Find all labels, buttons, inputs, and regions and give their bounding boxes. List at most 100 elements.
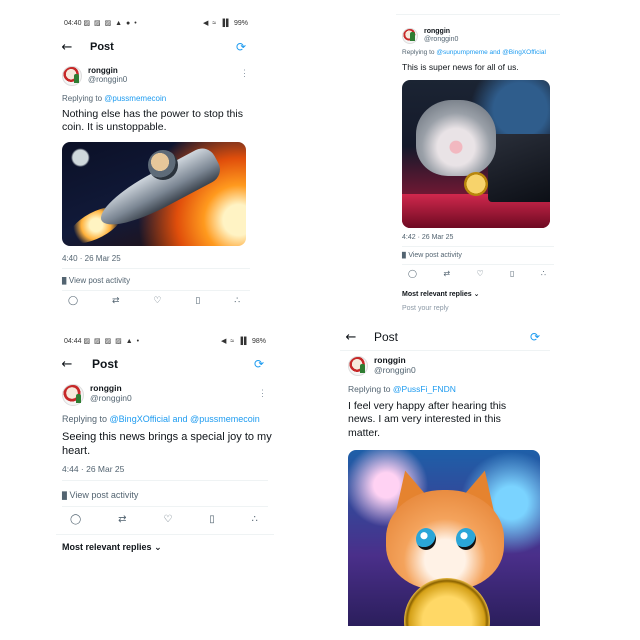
bar-chart-icon: ▉ — [62, 277, 67, 285]
mention-link[interactable]: @sunpumpmeme and @BingXOfficial — [436, 49, 546, 56]
laughing-cat — [416, 100, 496, 176]
post-timestamp: 4:40 · 26 Mar 25 — [62, 254, 121, 263]
action-bar: ◯ ⇄ ♡ ▯ ∴ — [408, 269, 546, 278]
status-bar: 04:44 ▨ ▨ ▨ ▨ ▲ • ◀ ≈ ▐▌ 98% — [64, 334, 266, 348]
post-timestamp: 4:42 · 26 Mar 25 — [402, 234, 454, 241]
post-text: I feel very happy after hearing this new… — [348, 400, 507, 439]
repost-icon[interactable]: ⇄ — [118, 514, 126, 525]
notification-icons: ▨ ▨ ▨ ▨ ▲ • — [83, 338, 141, 345]
action-bar: ◯ ⇄ ♡ ▯ ∴ — [70, 514, 258, 525]
cat-left-eye — [416, 528, 436, 550]
author-handle: @ronggin0 — [424, 36, 459, 44]
avatar[interactable] — [62, 384, 84, 406]
author-handle: @ronggin0 — [90, 392, 132, 403]
refresh-icon[interactable]: ⟳ — [254, 357, 264, 371]
relevant-replies-label[interactable]: Most relevant replies — [402, 291, 472, 298]
replying-to-prefix: Replying to — [348, 384, 391, 394]
orange-cat-head — [386, 490, 504, 590]
view-activity-label[interactable]: View post activity — [70, 490, 139, 500]
chevron-down-icon: ⌄ — [473, 290, 480, 298]
bookmark-icon[interactable]: ▯ — [510, 269, 514, 278]
header-divider — [396, 14, 560, 15]
page-title: Post — [374, 330, 399, 344]
post-text: Seeing this news brings a special joy to… — [62, 431, 272, 458]
back-arrow-icon[interactable]: ← — [340, 330, 362, 345]
post-panel-top-left: 04:40 ▨ ▨ ▨ ▲ ● • ◀ ≈ ▐▌ 99% ← Post ⟳ ro… — [56, 16, 256, 318]
post-author[interactable]: ronggin @ronggin0 — [402, 28, 458, 44]
view-post-activity[interactable]: ▉ View post activity — [402, 252, 462, 259]
post-panel-top-right: ronggin @ronggin0 Replying to @sunpumpme… — [396, 14, 560, 314]
most-relevant-replies-dropdown[interactable]: Most relevant replies ⌄ — [62, 542, 162, 553]
view-post-activity[interactable]: ▉ View post activity — [62, 276, 130, 285]
view-activity-label[interactable]: View post activity — [69, 276, 130, 285]
refresh-icon[interactable]: ⟳ — [236, 40, 246, 54]
cat-right-eye — [456, 528, 476, 550]
divider — [56, 534, 274, 535]
bookmark-icon[interactable]: ▯ — [195, 296, 200, 306]
header-divider — [340, 350, 550, 351]
divider — [62, 506, 268, 507]
avatar[interactable] — [402, 28, 418, 44]
post-author[interactable]: ronggin @ronggin0 — [348, 355, 416, 376]
status-time: 04:44 — [64, 338, 82, 345]
mention-link[interactable]: @BingXOfficial and @pussmemecoin — [110, 414, 260, 424]
signal-icons: ◀ ≈ ▐▌ — [202, 20, 233, 27]
avatar[interactable] — [348, 356, 368, 376]
back-arrow-icon[interactable]: ← — [56, 357, 78, 372]
post-author[interactable]: ronggin @ronggin0 — [62, 383, 132, 406]
post-panel-bottom-right: ← Post ⟳ ronggin @ronggin0 Replying to @… — [340, 322, 550, 628]
bookmark-icon[interactable]: ▯ — [209, 514, 215, 525]
divider — [402, 246, 554, 247]
replying-to: Replying to @PussFi_FNDN — [348, 384, 456, 394]
signal-icons: ◀ ≈ ▐▌ — [220, 338, 251, 345]
avatar[interactable] — [62, 66, 82, 86]
like-icon[interactable]: ♡ — [476, 269, 483, 278]
replying-to: Replying to @sunpumpmeme and @BingXOffic… — [402, 49, 546, 56]
author-name[interactable]: ronggin — [88, 66, 127, 75]
view-post-activity[interactable]: ▉ View post activity — [62, 490, 138, 500]
repost-icon[interactable]: ⇄ — [112, 296, 120, 306]
action-bar: ◯ ⇄ ♡ ▯ ∴ — [68, 296, 240, 306]
divider — [62, 290, 250, 291]
replying-to-prefix: Replying to — [62, 94, 103, 103]
reply-input[interactable]: Post your reply — [402, 305, 449, 312]
happy-orange-cat-coin-image[interactable] — [348, 450, 540, 626]
share-icon[interactable]: ∴ — [252, 514, 258, 525]
repost-icon[interactable]: ⇄ — [443, 269, 450, 278]
page-title: Post — [90, 41, 114, 53]
rocket-cat-space-image[interactable] — [62, 142, 246, 246]
back-arrow-icon[interactable]: ← — [56, 40, 78, 55]
like-icon[interactable]: ♡ — [153, 296, 161, 306]
notification-icons: ▨ ▨ ▨ ▲ ● • — [83, 20, 138, 27]
post-text: Nothing else has the power to stop this … — [62, 108, 243, 134]
laptop — [488, 134, 550, 202]
page-title: Post — [92, 357, 119, 371]
battery-level: 98% — [251, 338, 266, 345]
divider — [402, 264, 554, 265]
astronaut-cat — [148, 150, 178, 180]
status-time: 04:40 — [64, 20, 82, 27]
relevant-replies-label[interactable]: Most relevant replies — [62, 542, 152, 552]
reply-icon[interactable]: ◯ — [68, 296, 78, 306]
more-options-icon[interactable]: ⋮ — [258, 388, 267, 399]
share-icon[interactable]: ∴ — [234, 296, 240, 306]
chevron-down-icon: ⌄ — [154, 543, 162, 553]
like-icon[interactable]: ♡ — [163, 514, 172, 525]
author-handle: @ronggin0 — [88, 75, 128, 85]
view-activity-label[interactable]: View post activity — [408, 252, 462, 259]
laughing-cat-laptop-image[interactable] — [402, 80, 550, 228]
replying-to-prefix: Replying to — [402, 49, 435, 56]
post-header: ← Post ⟳ — [56, 38, 256, 56]
share-icon[interactable]: ∴ — [541, 269, 546, 278]
divider — [62, 480, 268, 481]
replying-to: Replying to @pussmemecoin — [62, 94, 166, 103]
author-name[interactable]: ronggin — [424, 28, 458, 36]
mention-link[interactable]: @pussmemecoin — [104, 94, 166, 103]
post-author[interactable]: ronggin @ronggin0 — [62, 66, 127, 86]
more-options-icon[interactable]: ⋮ — [240, 68, 249, 79]
reply-icon[interactable]: ◯ — [70, 514, 81, 525]
mention-link[interactable]: @PussFi_FNDN — [393, 384, 456, 394]
refresh-icon[interactable]: ⟳ — [530, 330, 540, 344]
most-relevant-replies-dropdown[interactable]: Most relevant replies ⌄ — [402, 290, 479, 298]
reply-icon[interactable]: ◯ — [408, 269, 417, 278]
